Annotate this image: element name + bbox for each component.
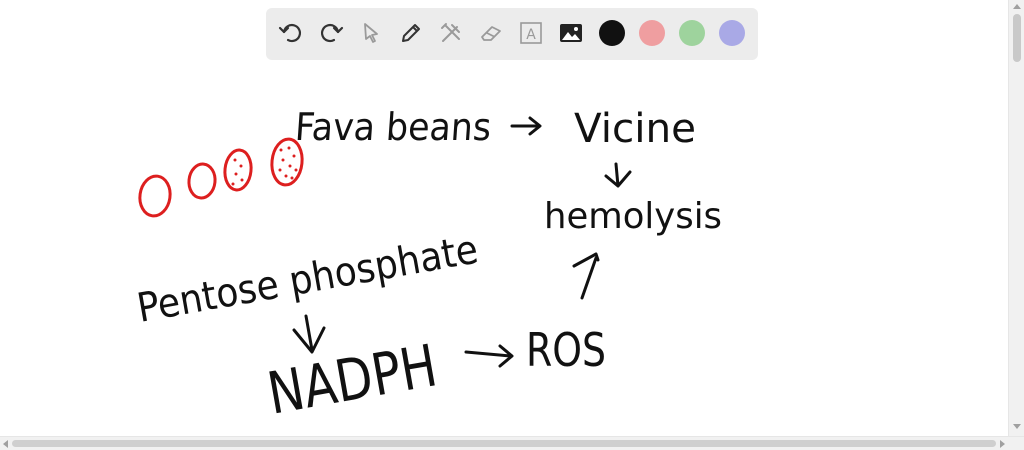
arrow-vicine-to-hemolysis bbox=[604, 162, 632, 188]
pencil-icon bbox=[402, 24, 420, 42]
red-cell-3 bbox=[223, 148, 253, 192]
fava-beans-text: Fava beans bbox=[294, 105, 493, 149]
horizontal-scrollbar[interactable] bbox=[0, 436, 1024, 450]
red-cell-drawings bbox=[138, 137, 304, 218]
image-button[interactable] bbox=[556, 18, 586, 48]
svg-text:A: A bbox=[526, 27, 536, 43]
scroll-down-arrow-icon[interactable] bbox=[1013, 424, 1021, 429]
vertical-scroll-thumb[interactable] bbox=[1013, 14, 1021, 62]
hemolysis-text: hemolysis bbox=[544, 196, 722, 237]
scroll-up-arrow-icon[interactable] bbox=[1013, 4, 1021, 9]
vertical-scrollbar[interactable] bbox=[1008, 0, 1024, 436]
arrow-ros-to-hemolysis bbox=[572, 252, 600, 300]
arrow-nadph-to-ros bbox=[464, 344, 514, 368]
drawing-canvas[interactable]: Fava beans Vicine hemolysis Pentose phos… bbox=[0, 0, 1024, 450]
red-cell-2 bbox=[187, 162, 217, 200]
vicine-text: Vicine bbox=[574, 106, 696, 152]
arrow-pentose-to-nadph bbox=[292, 314, 326, 354]
scroll-right-arrow-icon[interactable] bbox=[1000, 440, 1005, 448]
pentose-phosphate-text: Pentose phosphate bbox=[134, 227, 482, 332]
color-blue-swatch[interactable] bbox=[719, 20, 745, 46]
pen-button[interactable] bbox=[396, 18, 426, 48]
eraser-icon bbox=[481, 26, 501, 41]
redo-button[interactable] bbox=[316, 18, 346, 48]
arrow-fava-to-vicine bbox=[510, 116, 542, 136]
color-red-swatch[interactable] bbox=[639, 20, 665, 46]
red-cell-dots bbox=[231, 146, 298, 186]
undo-icon bbox=[278, 23, 301, 43]
text-button[interactable]: A bbox=[516, 18, 546, 48]
undo-button[interactable] bbox=[276, 18, 306, 48]
text-box-icon: A bbox=[520, 22, 542, 44]
select-button[interactable] bbox=[356, 18, 386, 48]
redo-icon bbox=[321, 23, 344, 43]
drawing-toolbar: A bbox=[266, 8, 758, 60]
horizontal-scroll-thumb[interactable] bbox=[12, 440, 996, 447]
red-cell-1 bbox=[138, 174, 172, 218]
tools-icon bbox=[441, 23, 460, 42]
image-icon bbox=[560, 24, 582, 42]
color-green-swatch[interactable] bbox=[679, 20, 705, 46]
scroll-left-arrow-icon[interactable] bbox=[3, 440, 8, 448]
red-cell-4 bbox=[270, 137, 304, 187]
pointer-icon bbox=[364, 23, 378, 43]
nadph-text: NADPH bbox=[263, 331, 442, 427]
color-black-swatch[interactable] bbox=[599, 20, 625, 46]
tools-button[interactable] bbox=[436, 18, 466, 48]
eraser-button[interactable] bbox=[476, 18, 506, 48]
ros-text: ROS bbox=[526, 323, 606, 377]
